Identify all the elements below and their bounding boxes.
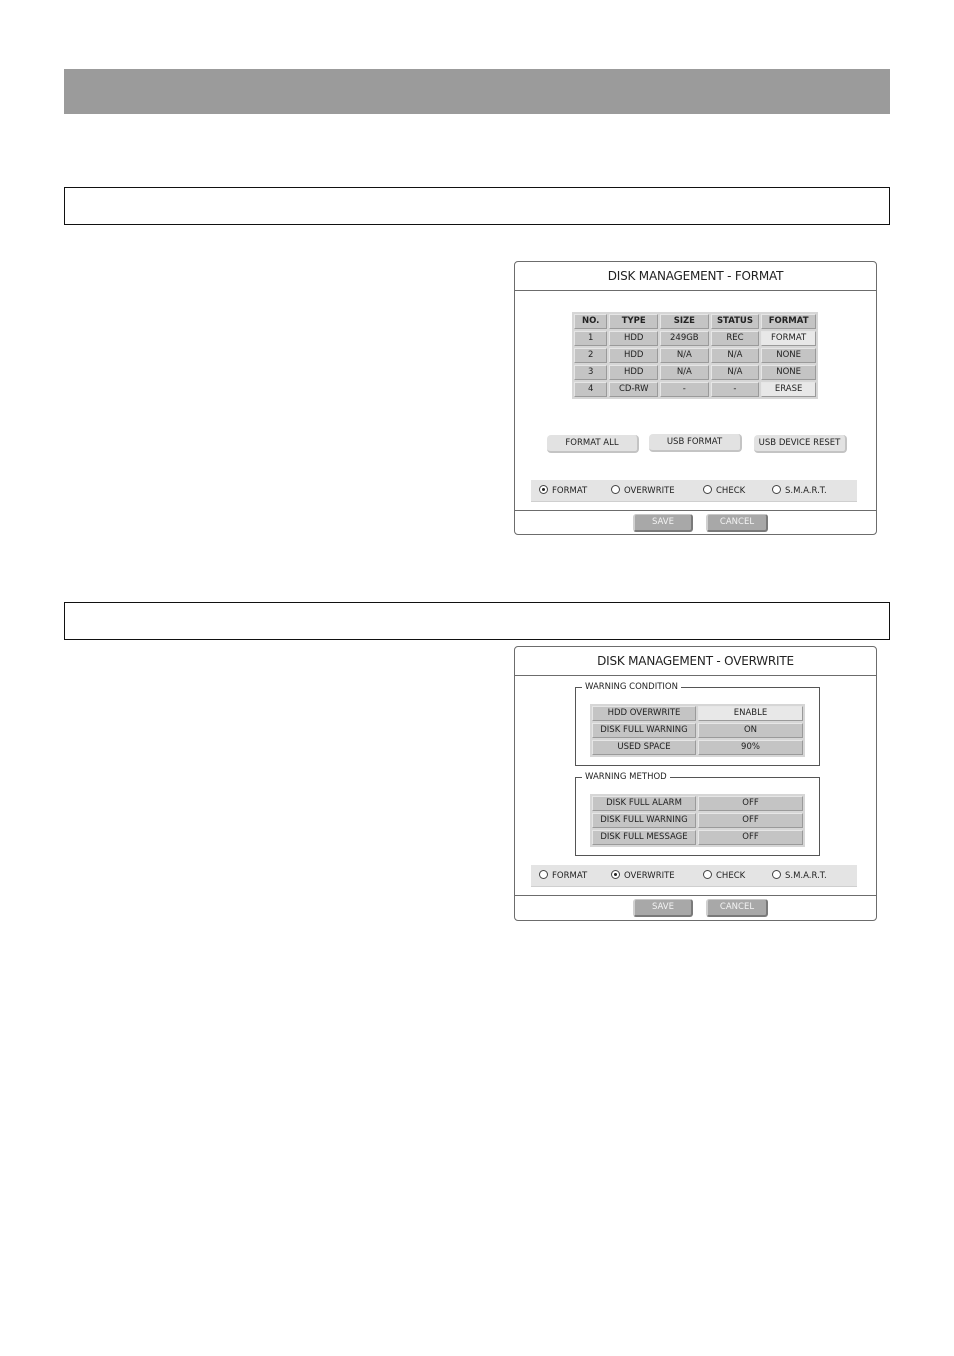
tab-overwrite[interactable]: OVERWRITE <box>611 869 675 883</box>
setting-row: USED SPACE 90% <box>592 740 803 755</box>
cell-no: 1 <box>574 331 608 346</box>
dialog-footer: SAVE CANCEL <box>515 510 876 536</box>
section-heading-box-overwrite <box>64 602 890 640</box>
usb-device-reset-button[interactable]: USB DEVICE RESET <box>754 435 847 453</box>
format-all-button[interactable]: FORMAT ALL <box>547 435 639 453</box>
setting-value[interactable]: ENABLE <box>698 706 803 721</box>
tab-smart[interactable]: S.M.A.R.T. <box>772 869 827 883</box>
setting-label: DISK FULL ALARM <box>592 796 696 811</box>
column-header-no: NO. <box>574 314 608 329</box>
cell-no: 3 <box>574 365 608 380</box>
tab-label: OVERWRITE <box>624 871 675 881</box>
radio-unselected-icon[interactable] <box>539 870 548 879</box>
dialog-footer: SAVE CANCEL <box>515 895 876 921</box>
mode-tab-bar: FORMAT OVERWRITE CHECK S.M.A.R.T. <box>531 865 857 887</box>
column-header-format: FORMAT <box>761 314 816 329</box>
cell-type: HDD <box>609 348 659 363</box>
setting-label: HDD OVERWRITE <box>592 706 696 721</box>
setting-label: DISK FULL WARNING <box>592 813 696 828</box>
cell-status: REC <box>710 331 760 346</box>
cell-size: 249GB <box>660 331 709 346</box>
save-button[interactable]: SAVE <box>633 514 693 532</box>
page-header-bar <box>64 69 890 114</box>
tab-label: FORMAT <box>552 486 588 496</box>
cell-type: HDD <box>609 331 659 346</box>
setting-row: DISK FULL WARNING ON <box>592 723 803 738</box>
setting-label: DISK FULL WARNING <box>592 723 696 738</box>
tab-check[interactable]: CHECK <box>703 484 745 498</box>
setting-row: DISK FULL MESSAGE OFF <box>592 830 803 845</box>
tab-label: CHECK <box>716 486 746 496</box>
cancel-button[interactable]: CANCEL <box>706 899 768 917</box>
warning-condition-group: WARNING CONDITION HDD OVERWRITE ENABLE D… <box>575 682 820 766</box>
radio-unselected-icon[interactable] <box>772 485 781 494</box>
tab-label: CHECK <box>716 871 746 881</box>
tab-check[interactable]: CHECK <box>703 869 745 883</box>
setting-value[interactable]: 90% <box>698 740 803 755</box>
setting-row: HDD OVERWRITE ENABLE <box>592 706 803 721</box>
table-header-row: NO. TYPE SIZE STATUS FORMAT <box>574 314 816 329</box>
cell-format-action[interactable]: FORMAT <box>761 331 816 346</box>
table-row: 1 HDD 249GB REC FORMAT <box>574 331 816 346</box>
tab-format[interactable]: FORMAT <box>539 484 587 498</box>
usb-format-button[interactable]: USB FORMAT <box>649 434 742 452</box>
cell-format-action[interactable]: NONE <box>761 365 816 380</box>
radio-unselected-icon[interactable] <box>703 485 712 494</box>
radio-selected-icon[interactable] <box>611 870 620 879</box>
disk-table: NO. TYPE SIZE STATUS FORMAT 1 HDD 249GB … <box>572 312 818 399</box>
cancel-button[interactable]: CANCEL <box>706 514 768 532</box>
format-dialog: DISK MANAGEMENT - FORMAT NO. TYPE SIZE S… <box>514 261 877 535</box>
table-row: 2 HDD N/A N/A NONE <box>574 348 816 363</box>
setting-label: DISK FULL MESSAGE <box>592 830 696 845</box>
column-header-type: TYPE <box>609 314 659 329</box>
cell-status: N/A <box>710 348 760 363</box>
warning-condition-table: HDD OVERWRITE ENABLE DISK FULL WARNING O… <box>590 704 805 757</box>
tab-overwrite[interactable]: OVERWRITE <box>611 484 675 498</box>
column-header-status: STATUS <box>710 314 760 329</box>
setting-value[interactable]: OFF <box>698 796 803 811</box>
setting-value[interactable]: OFF <box>698 830 803 845</box>
cell-size: N/A <box>660 348 709 363</box>
dialog-title: DISK MANAGEMENT - OVERWRITE <box>515 647 876 676</box>
cell-format-action[interactable]: NONE <box>761 348 816 363</box>
section-heading-box-format <box>64 187 890 225</box>
cell-type: CD-RW <box>609 382 659 397</box>
cell-status: N/A <box>710 365 760 380</box>
mode-tab-bar: FORMAT OVERWRITE CHECK S.M.A.R.T. <box>531 480 857 502</box>
setting-row: DISK FULL ALARM OFF <box>592 796 803 811</box>
table-row: 3 HDD N/A N/A NONE <box>574 365 816 380</box>
cell-size: - <box>660 382 709 397</box>
warning-method-table: DISK FULL ALARM OFF DISK FULL WARNING OF… <box>590 794 805 847</box>
cell-no: 4 <box>574 382 608 397</box>
radio-selected-icon[interactable] <box>539 485 548 494</box>
setting-row: DISK FULL WARNING OFF <box>592 813 803 828</box>
cell-no: 2 <box>574 348 608 363</box>
dialog-title: DISK MANAGEMENT - FORMAT <box>515 262 876 291</box>
cell-size: N/A <box>660 365 709 380</box>
warning-method-group: WARNING METHOD DISK FULL ALARM OFF DISK … <box>575 772 820 856</box>
setting-value[interactable]: OFF <box>698 813 803 828</box>
table-row: 4 CD-RW - - ERASE <box>574 382 816 397</box>
setting-value[interactable]: ON <box>698 723 803 738</box>
radio-unselected-icon[interactable] <box>703 870 712 879</box>
group-legend: WARNING CONDITION <box>582 682 681 693</box>
tab-smart[interactable]: S.M.A.R.T. <box>772 484 827 498</box>
tab-format[interactable]: FORMAT <box>539 869 587 883</box>
tab-label: S.M.A.R.T. <box>785 486 827 496</box>
cell-status: - <box>710 382 760 397</box>
tab-label: OVERWRITE <box>624 486 675 496</box>
radio-unselected-icon[interactable] <box>611 485 620 494</box>
tab-label: FORMAT <box>552 871 588 881</box>
column-header-size: SIZE <box>660 314 709 329</box>
group-legend: WARNING METHOD <box>582 772 670 783</box>
save-button[interactable]: SAVE <box>633 899 693 917</box>
radio-unselected-icon[interactable] <box>772 870 781 879</box>
cell-format-action[interactable]: ERASE <box>761 382 816 397</box>
tab-label: S.M.A.R.T. <box>785 871 827 881</box>
cell-type: HDD <box>609 365 659 380</box>
setting-label: USED SPACE <box>592 740 696 755</box>
overwrite-dialog: DISK MANAGEMENT - OVERWRITE WARNING COND… <box>514 646 877 921</box>
